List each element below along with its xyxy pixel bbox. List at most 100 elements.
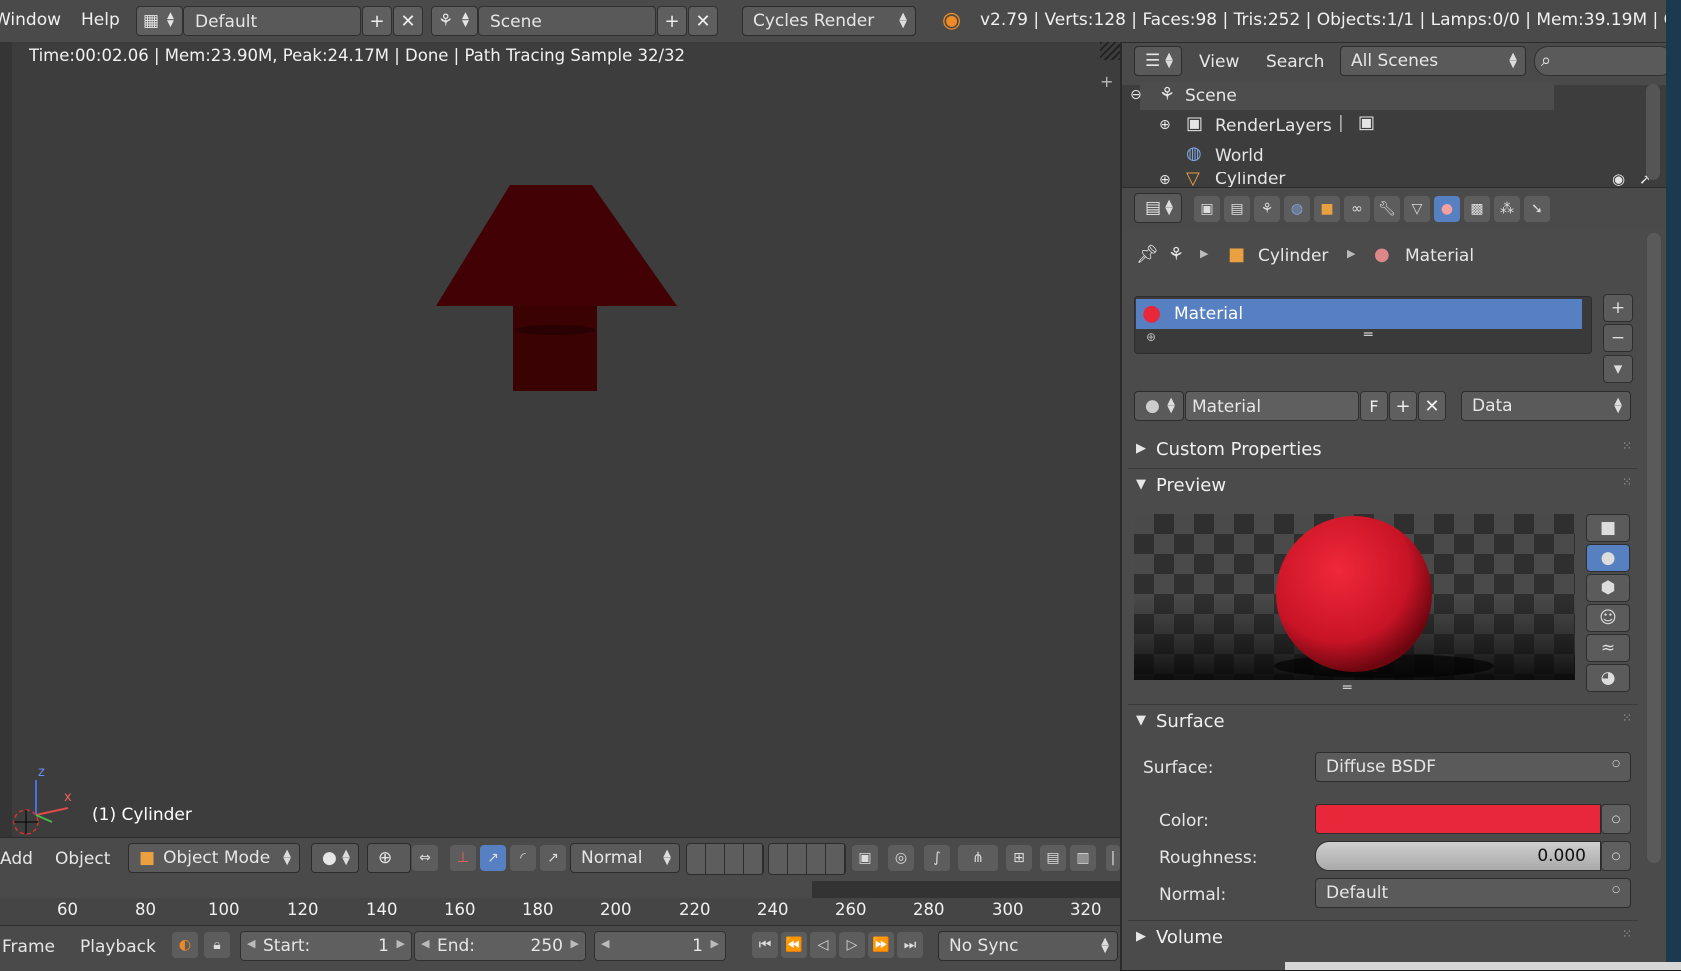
menu-help[interactable]: Help <box>81 10 120 30</box>
3d-viewport[interactable] <box>0 42 1120 837</box>
expand-icon[interactable]: ⊕ <box>1159 117 1171 133</box>
layout-name-field[interactable]: Default <box>183 6 361 36</box>
render-animation-icon[interactable]: ▥ <box>1070 845 1096 871</box>
shading-dropdown[interactable]: ● ▲ ▼ <box>311 843 359 873</box>
add-scene-icon[interactable]: + <box>657 6 687 36</box>
data-tab-icon[interactable]: ▽ <box>1404 196 1430 222</box>
pin-icon[interactable]: 📌︎ <box>1136 244 1159 265</box>
preview-panel-header[interactable]: ▼ Preview ⁙ <box>1128 470 1638 504</box>
resize-grip-icon[interactable]: ═ <box>1343 680 1351 696</box>
area-corner-handle[interactable] <box>1100 42 1120 60</box>
material-slot-row[interactable]: ● Material <box>1136 299 1582 329</box>
properties-editor-type[interactable]: ▤ ▲ ▼ <box>1134 193 1182 223</box>
sync-mode-dropdown[interactable]: No Sync ▲ ▼ <box>938 931 1118 961</box>
play-reverse-icon[interactable]: ◁ <box>810 932 836 958</box>
scene-tab-icon[interactable]: ⚘ <box>1254 196 1280 222</box>
panel-grip-icon[interactable]: ⁙ <box>1622 439 1632 453</box>
preview-sphere-icon[interactable]: ● <box>1586 544 1630 572</box>
color-swatch[interactable] <box>1315 804 1601 834</box>
outliner-item-scene[interactable]: Scene <box>1185 86 1237 106</box>
manipulator-move-icon[interactable]: ↗ <box>480 845 506 871</box>
editor-type-dropdown[interactable]: ☰ ▲ ▼ <box>1134 46 1182 76</box>
add-layout-icon[interactable]: + <box>362 6 392 36</box>
link-mode-dropdown[interactable]: Data ▲ ▼ <box>1461 391 1631 421</box>
modifiers-tab-icon[interactable]: 🔧︎ <box>1374 196 1400 222</box>
outliner-item-cylinder[interactable]: Cylinder <box>1215 172 1285 187</box>
panel-grip-icon[interactable]: ⁙ <box>1622 711 1632 725</box>
panel-grip-icon[interactable]: ⁙ <box>1622 475 1632 489</box>
lock-icon[interactable]: 🔒︎ <box>204 932 230 958</box>
keyframe-record-icon[interactable]: ◐ <box>172 932 198 958</box>
color-socket-icon[interactable]: ○ <box>1601 804 1631 834</box>
menu-window[interactable]: Window <box>0 10 61 30</box>
snap-icon[interactable]: ⋔ <box>958 845 998 871</box>
preview-sphere-sky-icon[interactable]: ◕ <box>1586 664 1630 692</box>
outliner-search-input[interactable]: ⌕ <box>1534 46 1674 76</box>
render-engine-dropdown[interactable]: Cycles Render ▲ ▼ <box>742 6 916 36</box>
proportional-falloff-icon[interactable]: ∫ <box>924 845 950 871</box>
timeline-ruler[interactable] <box>0 898 1120 925</box>
object-tab-icon[interactable]: ■ <box>1314 196 1340 222</box>
expand-icon[interactable]: ⊕ <box>1159 172 1171 187</box>
play-icon[interactable]: ▷ <box>839 932 865 958</box>
outliner-filter-dropdown[interactable]: All Scenes ▲ ▼ <box>1340 46 1526 76</box>
screen-layout-selector[interactable]: ▦ ▲ ▼ <box>136 6 183 36</box>
delete-layout-icon[interactable]: ✕ <box>393 6 423 36</box>
unlink-material-icon[interactable]: ✕ <box>1418 391 1446 421</box>
manipulator-scale-icon[interactable]: ↗ <box>540 845 566 871</box>
scene-selector[interactable]: ⚘ ▲ ▼ <box>431 6 478 36</box>
remove-slot-icon[interactable]: − <box>1603 324 1633 352</box>
volume-panel-header[interactable]: ▶ Volume ⁙ <box>1128 920 1638 957</box>
material-tab-icon[interactable]: ● <box>1434 196 1460 222</box>
delete-scene-icon[interactable]: ✕ <box>688 6 718 36</box>
constraints-tab-icon[interactable]: ∞ <box>1344 196 1370 222</box>
collapse-icon[interactable]: ⊖ <box>1130 87 1142 103</box>
new-material-icon[interactable]: + <box>1389 391 1417 421</box>
manipulator-toggle-icon[interactable]: ⇔ <box>412 845 438 871</box>
world-tab-icon[interactable]: ◍ <box>1284 196 1310 222</box>
material-name-field[interactable]: Material <box>1185 391 1359 421</box>
jump-next-keyframe-icon[interactable]: ⏩ <box>868 932 894 958</box>
properties-scrollbar[interactable] <box>1647 233 1661 863</box>
jump-prev-keyframe-icon[interactable]: ⏪ <box>781 932 807 958</box>
outliner-menu-search[interactable]: Search <box>1266 52 1324 72</box>
texture-tab-icon[interactable]: ▩ <box>1464 196 1490 222</box>
resize-grip-icon[interactable]: ═ <box>1364 327 1372 343</box>
outliner-scrollbar[interactable] <box>1646 84 1660 180</box>
manipulator-translate-icon[interactable]: ⊥ <box>450 845 476 871</box>
pivot-dropdown[interactable]: ⊕ <box>367 843 411 873</box>
preview-cube-icon[interactable]: ⬢ <box>1586 574 1630 602</box>
roughness-slider[interactable]: 0.000 <box>1315 841 1601 871</box>
tool-shelf-edge[interactable] <box>0 42 12 837</box>
jump-end-icon[interactable]: ⏭ <box>897 932 923 958</box>
preview-flat-icon[interactable]: ■ <box>1586 514 1630 542</box>
custom-properties-panel[interactable]: ▶ Custom Properties ⁙ <box>1128 434 1638 469</box>
render-layers-tab-icon[interactable]: ▤ <box>1224 196 1250 222</box>
expand-icon[interactable]: ⊕ <box>1146 330 1156 344</box>
proportional-edit-icon[interactable]: ◎ <box>888 845 914 871</box>
particles-tab-icon[interactable]: ⁂ <box>1494 196 1520 222</box>
render-tab-icon[interactable]: ▣ <box>1194 196 1220 222</box>
render-image-icon[interactable]: ▤ <box>1040 845 1066 871</box>
start-frame-field[interactable]: ◀ Start: 1 ▶ <box>240 931 412 961</box>
browse-material-dropdown[interactable]: ● ▲ ▼ <box>1134 391 1184 421</box>
roughness-socket-icon[interactable]: ○ <box>1601 841 1631 871</box>
outliner-item-renderlayers[interactable]: RenderLayers <box>1215 116 1332 136</box>
transform-orientation-dropdown[interactable]: Normal ▲ ▼ <box>570 843 680 873</box>
object-mode-dropdown[interactable]: ■ Object Mode ▲ ▼ <box>128 843 300 873</box>
physics-tab-icon[interactable]: ➘ <box>1524 196 1550 222</box>
outliner-item-world[interactable]: World <box>1215 146 1264 166</box>
visibility-eye-icon[interactable]: ◉ <box>1612 172 1625 187</box>
panel-grip-icon[interactable]: ⁙ <box>1622 927 1632 941</box>
layer-buttons-group-1[interactable] <box>686 843 764 875</box>
end-frame-field[interactable]: ◀ End: 250 ▶ <box>414 931 586 961</box>
manipulator-rotate-icon[interactable]: ◜ <box>510 845 536 871</box>
menu-object[interactable]: Object <box>55 849 110 869</box>
vertical-area-divider[interactable] <box>1120 42 1122 970</box>
overflow-icon[interactable]: | <box>1106 845 1120 871</box>
normal-dropdown[interactable]: Default ○ <box>1315 878 1631 908</box>
outliner-menu-view[interactable]: View <box>1199 52 1239 72</box>
snap-target-icon[interactable]: ⊞ <box>1006 845 1032 871</box>
add-slot-icon[interactable]: + <box>1603 294 1633 322</box>
scene-name-field[interactable]: Scene <box>478 6 656 36</box>
